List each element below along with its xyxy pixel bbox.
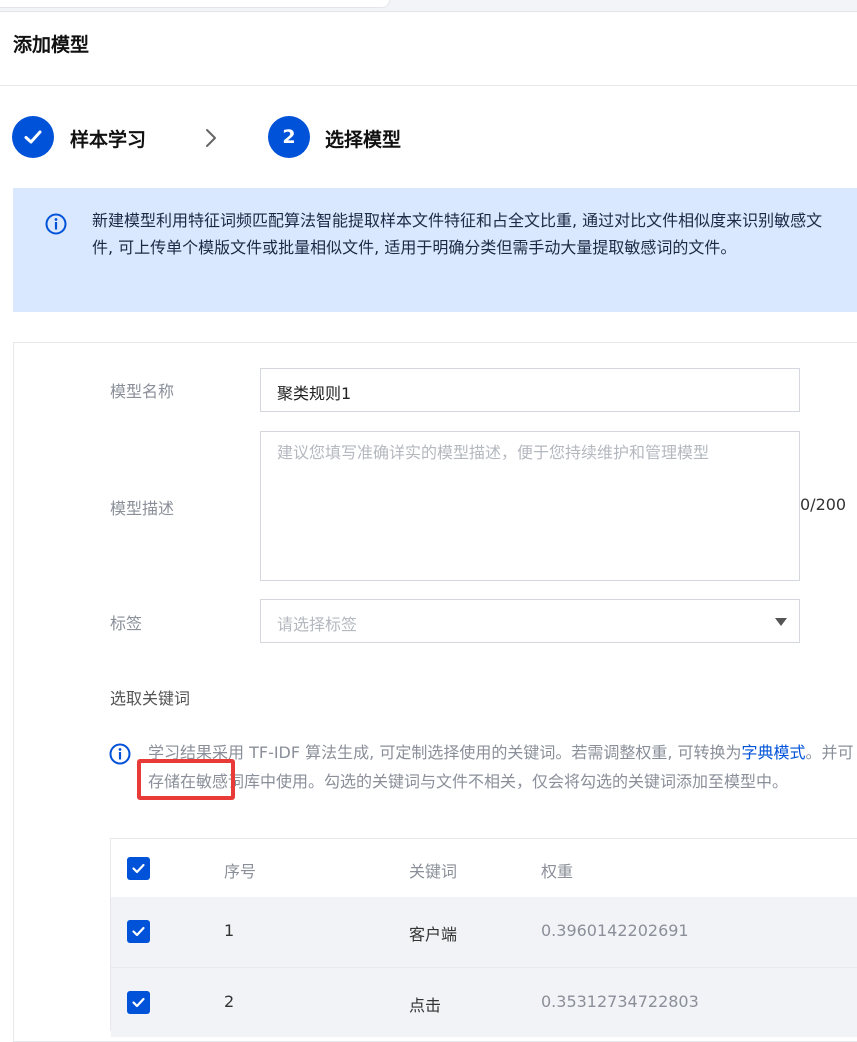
tag-label: 标签 [110, 614, 143, 633]
row-index: 1 [224, 921, 235, 940]
hint-text-before: 学习结果采用 TF-IDF 算法生成, 可定制选择使用的关键词。若需调整权重, … [148, 743, 742, 762]
row-keyword: 点击 [409, 996, 442, 1015]
model-desc-textarea[interactable]: 建议您填写准确详实的模型描述，便于您持续维护和管理模型 [260, 431, 800, 581]
model-desc-label: 模型描述 [110, 499, 175, 518]
keywords-table: 序号 关键词 权重 1 客户端 0.3960142202691 2 点击 0.3… [110, 838, 857, 1037]
step-1-label: 样本学习 [70, 129, 147, 151]
info-icon [45, 213, 67, 235]
model-name-input[interactable]: 聚类规则1 [260, 368, 800, 412]
check-icon [132, 997, 145, 1008]
top-tab [0, 0, 390, 8]
row-checkbox[interactable] [127, 920, 150, 943]
table-row[interactable]: 1 客户端 0.3960142202691 [111, 897, 857, 967]
chevron-right-icon [206, 129, 216, 147]
step-1-done-circle [12, 116, 54, 158]
keywords-section-title: 选取关键词 [110, 689, 191, 708]
alert-message: 新建模型利用特征词频匹配算法智能提取样本文件特征和占全文比重, 通过对比文件相似… [92, 211, 823, 257]
select-all-checkbox[interactable] [127, 857, 150, 880]
table-row[interactable]: 2 点击 0.35312734722803 [111, 967, 857, 1037]
table-header-row: 序号 关键词 权重 [111, 839, 857, 897]
highlight-annotation-box [137, 759, 235, 800]
tag-select-placeholder: 请选择标签 [277, 615, 358, 634]
tag-select[interactable]: 请选择标签 [260, 599, 800, 643]
page-title: 添加模型 [13, 34, 90, 56]
info-icon [109, 743, 131, 765]
row-weight: 0.3960142202691 [541, 921, 689, 940]
model-name-label: 模型名称 [110, 382, 175, 401]
header-weight: 权重 [541, 862, 574, 881]
caret-down-icon [775, 618, 787, 626]
step-2-active-circle: 2 [268, 116, 310, 158]
row-checkbox[interactable] [127, 991, 150, 1014]
title-divider [0, 85, 857, 86]
row-weight: 0.35312734722803 [541, 992, 699, 1011]
keywords-hint: 学习结果采用 TF-IDF 算法生成, 可定制选择使用的关键词。若需调整权重, … [148, 738, 857, 796]
header-keyword: 关键词 [409, 862, 458, 881]
dictionary-mode-link[interactable]: 字典模式 [742, 743, 806, 762]
check-icon [24, 130, 42, 144]
row-keyword: 客户端 [409, 925, 458, 944]
info-alert: 新建模型利用特征词频匹配算法智能提取样本文件特征和占全文比重, 通过对比文件相似… [13, 188, 857, 312]
check-icon [132, 863, 145, 874]
check-icon [132, 926, 145, 937]
row-index: 2 [224, 992, 235, 1011]
step-2-label: 选择模型 [325, 129, 402, 151]
browser-top-strip [0, 0, 857, 12]
header-index: 序号 [224, 862, 257, 881]
desc-char-counter: 0/200 [800, 495, 847, 514]
